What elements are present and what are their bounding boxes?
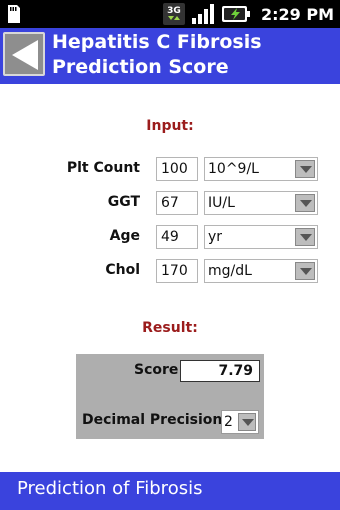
age-unit-select[interactable]: yr <box>204 225 318 249</box>
status-bar: 3G 2:29 PM <box>0 0 340 28</box>
dropdown-arrow-icon <box>238 413 256 431</box>
result-section-label: Result: <box>142 320 198 336</box>
page-title: Hepatitis C Fibrosis Prediction Score <box>52 31 262 78</box>
plt-count-unit-select[interactable]: 10^9/L <box>204 157 318 181</box>
input-row-ggt: GGT 67 IU/L <box>0 191 340 217</box>
signal-strength-icon <box>191 4 214 24</box>
input-row-chol: Chol 170 mg/dL <box>0 259 340 285</box>
chol-input[interactable]: 170 <box>156 259 198 283</box>
ggt-label: GGT <box>107 194 140 210</box>
input-row-age: Age 49 yr <box>0 225 340 251</box>
ggt-unit-select[interactable]: IU/L <box>204 191 318 215</box>
app-header: Hepatitis C Fibrosis Prediction Score <box>0 28 340 84</box>
decimal-precision-select[interactable]: 2 <box>221 410 259 434</box>
back-button[interactable] <box>3 32 45 76</box>
score-label: Score <box>134 362 179 378</box>
result-panel: Score 7.79 Decimal Precision: 2 <box>76 354 264 439</box>
chol-unit-select[interactable]: mg/dL <box>204 259 318 283</box>
plt-count-unit-value: 10^9/L <box>208 161 259 177</box>
dropdown-arrow-icon <box>295 228 315 246</box>
clock-time: 2:29 PM <box>260 4 334 24</box>
ggt-unit-value: IU/L <box>208 195 235 211</box>
back-arrow-icon <box>12 40 38 70</box>
sd-card-icon <box>8 5 20 23</box>
score-value: 7.79 <box>180 360 260 382</box>
age-input[interactable]: 49 <box>156 225 198 249</box>
decimal-precision-value: 2 <box>224 414 233 430</box>
dropdown-arrow-icon <box>295 194 315 212</box>
input-section-label: Input: <box>146 118 194 134</box>
input-row-plt-count: Plt Count 100 10^9/L <box>0 157 340 183</box>
plt-count-label: Plt Count <box>66 160 140 176</box>
dropdown-arrow-icon <box>295 160 315 178</box>
decimal-precision-label: Decimal Precision: <box>82 412 228 428</box>
ggt-input[interactable]: 67 <box>156 191 198 215</box>
network-type-text: 3G <box>167 6 181 16</box>
prediction-of-fibrosis-button[interactable]: Prediction of Fibrosis <box>0 472 340 510</box>
chol-unit-value: mg/dL <box>208 263 252 279</box>
dropdown-arrow-icon <box>295 262 315 280</box>
age-label: Age <box>109 228 140 244</box>
battery-charging-icon <box>221 6 250 22</box>
age-unit-value: yr <box>208 229 223 245</box>
chol-label: Chol <box>105 262 140 278</box>
plt-count-input[interactable]: 100 <box>156 157 198 181</box>
network-3g-icon: 3G <box>162 3 185 25</box>
